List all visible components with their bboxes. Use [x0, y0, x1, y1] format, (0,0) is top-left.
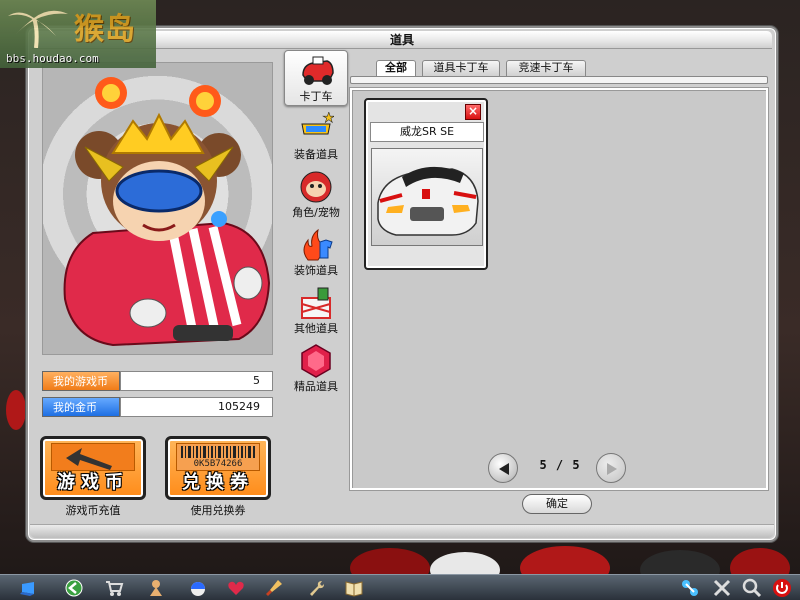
next-page-button[interactable] — [596, 453, 626, 483]
flame-shirt-icon — [303, 228, 333, 261]
arrow-right-icon — [607, 463, 617, 475]
gold-coin-value: 105249 — [120, 397, 273, 417]
sun-icon — [95, 77, 127, 109]
confirm-button[interactable]: 确定 — [522, 494, 592, 514]
kart-icon — [302, 56, 334, 85]
sun-icon — [189, 85, 221, 117]
cart-icon[interactable] — [104, 578, 124, 598]
recharge-caption: 游戏币充值 — [65, 504, 121, 517]
category-other[interactable]: 其他道具 — [284, 284, 348, 340]
car-image — [371, 148, 483, 246]
recharge-button[interactable]: 游戏币 — [40, 436, 146, 500]
category-decoration-label: 装饰道具 — [294, 264, 338, 277]
bg-shape — [6, 390, 26, 430]
capsule-icon[interactable] — [188, 578, 208, 598]
windows-icon[interactable] — [18, 578, 38, 598]
arrow-left-icon — [499, 463, 509, 475]
tab-item-kart[interactable]: 道具卡丁车 — [422, 60, 500, 76]
voucher-button[interactable]: 0K5B74266 兑换券 — [165, 436, 271, 500]
gold-coin-row: 我的金币 105249 — [42, 397, 273, 417]
gem-icon — [301, 344, 331, 378]
category-kart[interactable]: 卡丁车 — [284, 50, 348, 106]
item-name: 威龙SR SE — [370, 122, 484, 142]
arrow-icon — [51, 443, 135, 471]
voucher-caption: 使用兑换券 — [190, 504, 246, 517]
network-icon[interactable] — [680, 578, 700, 598]
item-grid: × 威龙SR SE — [350, 88, 768, 490]
window-bottom-bar — [30, 524, 774, 538]
item-card[interactable]: × 威龙SR SE — [364, 98, 488, 270]
category-equipment-label: 装备道具 — [294, 148, 338, 161]
wrench-icon[interactable] — [306, 578, 326, 598]
sports-car-icon — [377, 166, 479, 236]
tab-all[interactable]: 全部 — [376, 60, 416, 77]
category-character-pet[interactable]: 角色/宠物 — [284, 168, 348, 224]
recharge-button-text: 游戏币 — [57, 472, 129, 493]
game-coin-row: 我的游戏币 5 — [42, 371, 273, 391]
gold-coin-label: 我的金币 — [42, 397, 120, 417]
character-kart-illustration — [63, 77, 271, 347]
logo-brand: 猴岛 — [74, 12, 136, 47]
tab-racing-kart[interactable]: 竞速卡丁车 — [506, 60, 586, 76]
item-window: 道具 我的游戏币 5 我的金币 105249 游戏币 游戏币充值 0K5B742… — [26, 26, 778, 542]
character-preview — [42, 62, 273, 355]
category-premium-label: 精品道具 — [294, 380, 338, 393]
category-character-pet-label: 角色/宠物 — [292, 206, 340, 219]
character-icon[interactable] — [146, 578, 166, 598]
prev-page-button[interactable] — [488, 453, 518, 483]
page-indicator: 5 / 5 — [539, 458, 581, 472]
search-icon[interactable] — [742, 578, 762, 598]
category-premium[interactable]: 精品道具 — [284, 342, 348, 398]
close-icon[interactable]: × — [465, 104, 481, 120]
power-icon[interactable] — [772, 578, 792, 598]
category-equipment[interactable]: 装备道具 — [284, 110, 348, 166]
site-logo: 猴岛 bbs.houdao.com — [0, 0, 156, 68]
book-icon[interactable] — [344, 578, 364, 598]
taskbar — [0, 574, 800, 600]
brush-icon[interactable] — [264, 578, 284, 598]
category-decoration[interactable]: 装饰道具 — [284, 226, 348, 282]
category-other-label: 其他道具 — [294, 322, 338, 335]
voucher-button-text: 兑换券 — [182, 472, 254, 493]
tab-strip — [350, 76, 768, 84]
settings-icon[interactable] — [712, 578, 732, 598]
game-coin-label: 我的游戏币 — [42, 371, 120, 391]
palm-tree-icon — [8, 10, 68, 48]
gift-box-icon — [301, 287, 331, 319]
goggles-icon — [301, 112, 334, 135]
back-icon[interactable] — [64, 578, 84, 598]
barcode-icon: 0K5B74266 — [176, 443, 260, 471]
category-kart-label: 卡丁车 — [299, 90, 333, 103]
logo-url: bbs.houdao.com — [6, 52, 99, 65]
game-coin-value: 5 — [120, 371, 273, 391]
heart-icon[interactable] — [226, 578, 246, 598]
pet-face-icon — [300, 171, 332, 203]
